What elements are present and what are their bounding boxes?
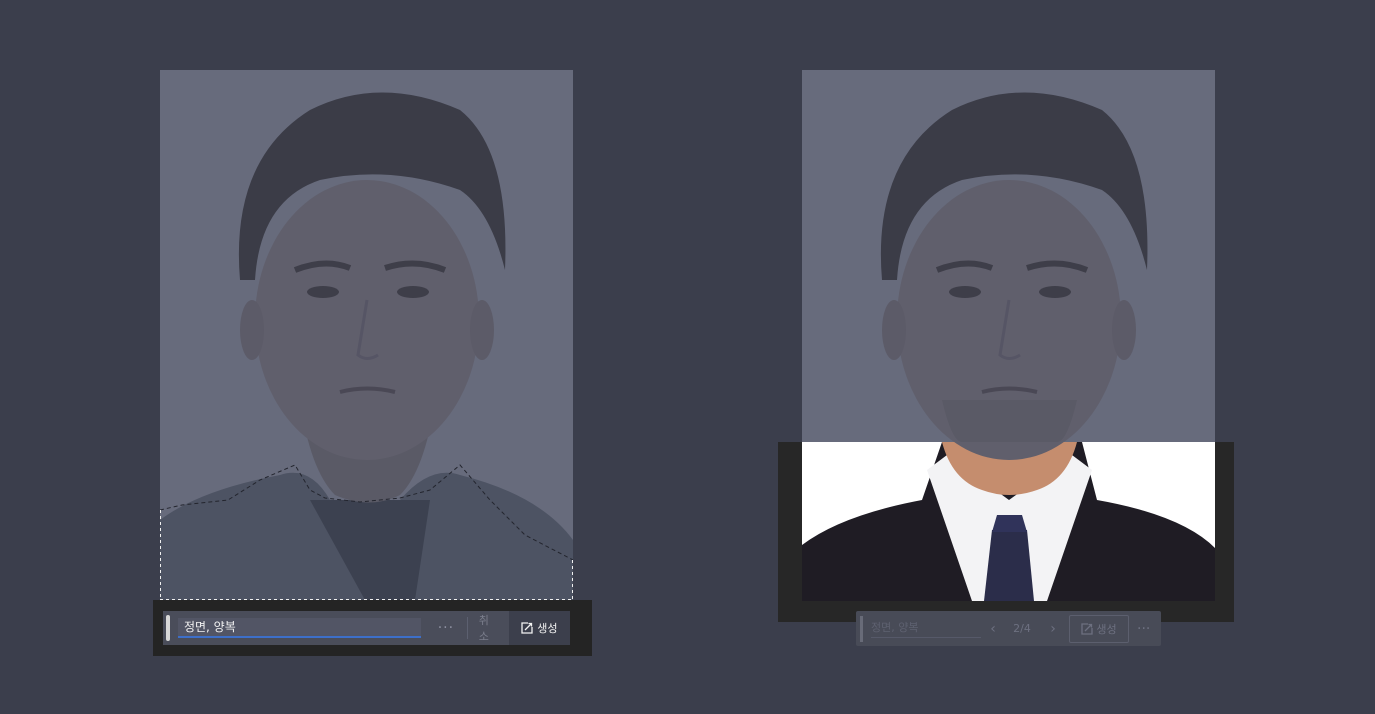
page-indicator: 2/4 — [1013, 622, 1031, 635]
generate-icon — [521, 622, 533, 634]
chevron-left-icon[interactable]: ‹ — [983, 621, 1003, 637]
generate-button[interactable]: 생성 — [1069, 614, 1129, 643]
more-options-button[interactable]: ··· — [433, 620, 459, 636]
generate-label: 생성 — [537, 622, 558, 635]
chevron-right-icon[interactable]: › — [1043, 621, 1063, 637]
drag-handle[interactable] — [166, 615, 170, 641]
left-prompt-toolbar: 정면, 양복 ··· 취소 생성 — [163, 611, 570, 645]
generate-button[interactable]: 생성 — [508, 611, 570, 645]
more-options-button[interactable]: ··· — [1137, 621, 1150, 637]
canvas-stage: 정면, 양복 ··· 취소 생성 정면, 양복 ‹ 2/4 › 생성 ··· — [0, 0, 1375, 714]
prompt-input[interactable]: 정면, 양복 — [871, 619, 981, 638]
toolbar-divider — [466, 617, 468, 639]
generate-icon — [1081, 622, 1094, 635]
drag-handle[interactable] — [860, 615, 863, 642]
source-portrait-image[interactable] — [160, 70, 573, 600]
generated-portrait-image[interactable] — [802, 70, 1215, 601]
cancel-button[interactable]: 취소 — [479, 612, 499, 644]
generate-label: 생성 — [1096, 622, 1117, 636]
right-prompt-toolbar: 정면, 양복 ‹ 2/4 › 생성 ··· — [856, 611, 1161, 646]
prompt-input[interactable]: 정면, 양복 — [177, 618, 422, 638]
